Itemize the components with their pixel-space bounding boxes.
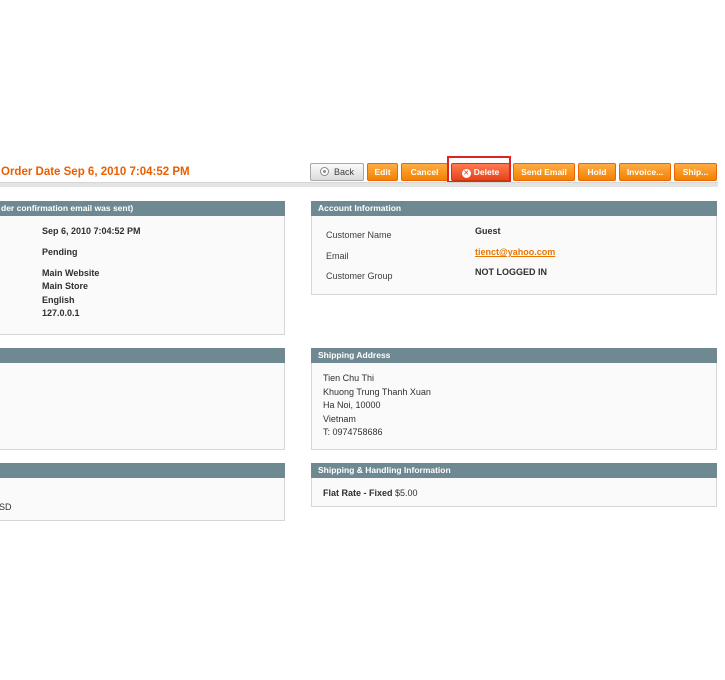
- page-title: Order Date Sep 6, 2010 7:04:52 PM: [1, 166, 190, 178]
- address-line: Tien Chu Thi: [323, 373, 375, 383]
- order-date-value: Sep 6, 2010 7:04:52 PM: [42, 226, 141, 236]
- address-line: Vietnam: [323, 414, 356, 424]
- order-info-box: der confirmation email was sent) Sep 6, …: [0, 201, 285, 335]
- ip-value: 127.0.0.1: [42, 308, 80, 318]
- website-value: Main Website: [42, 268, 100, 278]
- edit-button[interactable]: Edit: [367, 163, 398, 181]
- title-rule: [0, 182, 718, 187]
- invoice-button[interactable]: Invoice...: [619, 163, 671, 181]
- order-status-value: Pending: [42, 247, 78, 257]
- shipping-method-price: $5.00: [395, 488, 418, 498]
- shipping-handling-box: Shipping & Handling Information Flat Rat…: [311, 463, 717, 507]
- store-value: Main Store: [42, 281, 89, 291]
- customer-name-label: Customer Name: [326, 230, 392, 240]
- shipping-address-header: Shipping Address: [311, 348, 717, 363]
- shipping-address-box: Shipping Address Tien Chu Thi Khuong Tru…: [311, 348, 717, 450]
- payment-info-body: SD: [0, 478, 285, 521]
- store-view-value: English: [42, 295, 75, 305]
- customer-group-label: Customer Group: [326, 271, 393, 281]
- payment-info-box: SD: [0, 463, 285, 521]
- shipping-method-name: Flat Rate - Fixed: [323, 488, 393, 498]
- order-info-body: Sep 6, 2010 7:04:52 PM Pending Main Webs…: [0, 216, 285, 335]
- customer-name-value: Guest: [475, 226, 501, 236]
- customer-group-value: NOT LOGGED IN: [475, 267, 547, 277]
- send-email-button[interactable]: Send Email: [513, 163, 575, 181]
- payment-fragment: SD: [0, 502, 12, 512]
- payment-info-header: [0, 463, 285, 478]
- account-info-header: Account Information: [311, 201, 717, 216]
- address-line: T: 0974758686: [323, 427, 383, 437]
- billing-address-body: [0, 363, 285, 450]
- shipping-method: Flat Rate - Fixed $5.00: [323, 488, 418, 498]
- account-info-body: Customer Name Guest Email tienct@yahoo.c…: [311, 216, 717, 295]
- billing-address-header: [0, 348, 285, 363]
- back-icon: [319, 167, 329, 176]
- delete-highlight: [447, 156, 511, 183]
- ship-button[interactable]: Ship...: [674, 163, 717, 181]
- back-button[interactable]: Back: [310, 163, 364, 181]
- back-label: Back: [333, 167, 354, 177]
- address-line: Khuong Trung Thanh Xuan: [323, 387, 431, 397]
- shipping-address-body: Tien Chu Thi Khuong Trung Thanh Xuan Ha …: [311, 363, 717, 450]
- order-info-header: der confirmation email was sent): [0, 201, 285, 216]
- account-info-box: Account Information Customer Name Guest …: [311, 201, 717, 295]
- address-line: Ha Noi, 10000: [323, 400, 381, 410]
- shipping-handling-body: Flat Rate - Fixed $5.00: [311, 478, 717, 507]
- email-label: Email: [326, 251, 349, 261]
- hold-button[interactable]: Hold: [578, 163, 616, 181]
- shipping-handling-header: Shipping & Handling Information: [311, 463, 717, 478]
- cancel-button[interactable]: Cancel: [401, 163, 448, 181]
- email-link[interactable]: tienct@yahoo.com: [475, 247, 555, 257]
- billing-address-box: [0, 348, 285, 450]
